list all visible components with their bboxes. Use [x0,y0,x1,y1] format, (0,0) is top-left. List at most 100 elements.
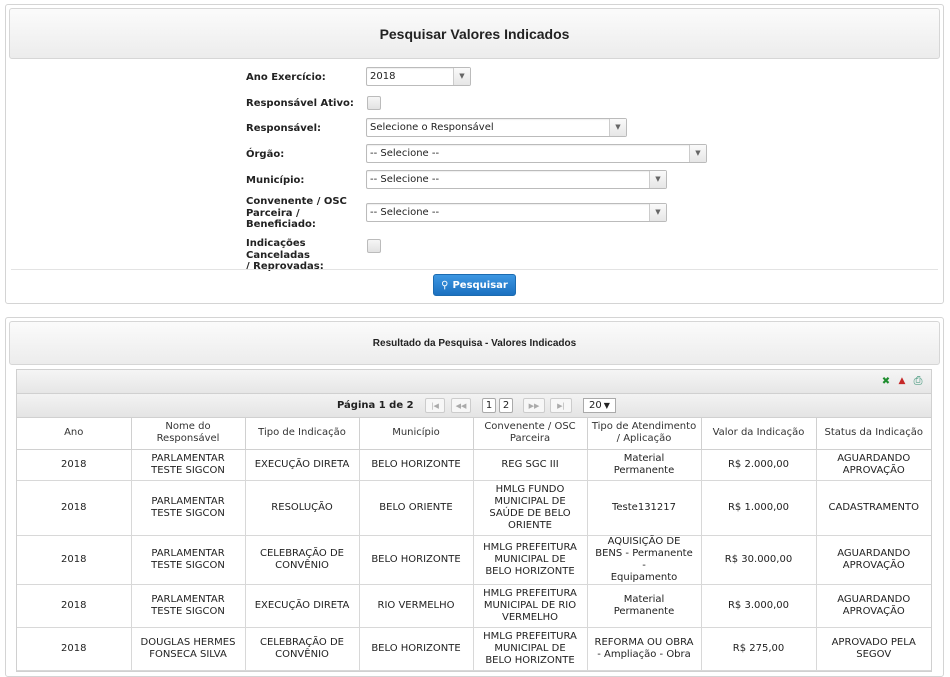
orgao-select[interactable]: -- Selecione -- ▼ [366,144,707,163]
canceladas-checkbox[interactable] [367,239,381,253]
cell-text: Equipamento [610,571,678,583]
pdf-export-icon[interactable]: ▲ [895,374,909,388]
chevron-down-icon[interactable]: ▼ [649,171,666,188]
cell-text: PARLAMENTAR [151,547,225,559]
cell-text: CELEBRAÇÃO DE [260,547,344,559]
municipio-row: Município: -- Selecione -- ▼ [246,170,716,190]
cell-text: - Ampliação - Obra [597,648,691,660]
page-1-button[interactable]: 1 [482,398,496,413]
cell-text: R$ 3.000,00 [727,599,790,611]
chevron-down-icon[interactable]: ▼ [609,119,626,136]
cell-text: FONSECA SILVA [149,648,227,660]
page-size-select[interactable]: 20 ▼ [583,398,616,413]
cell-text: CONVÊNIO [275,559,329,571]
orgao-label: Órgão: [246,149,285,160]
cell-text: HMLG PREFEITURA [483,587,577,599]
cell-text: BELO HORIZONTE [371,553,461,565]
chevron-down-icon[interactable]: ▼ [453,68,470,85]
convenente-row: Convenente / OSC Parceira / Beneficiado:… [246,196,716,232]
cell-text: REFORMA OU OBRA [594,636,694,648]
search-title: Pesquisar Valores Indicados [379,25,570,42]
cell-text: 2018 [61,599,87,611]
cell-tipo-atendimento: Material Permanente [587,584,702,628]
convenente-label-line: Beneficiado: [246,219,316,230]
responsavel-select[interactable]: Selecione o Responsável ▼ [366,118,627,137]
first-page-button[interactable]: |◀ [425,398,445,413]
table-header-row: Ano Nome do Responsável Tipo de Indicação Mu… [17,418,931,450]
column-header-text: Valor da Indicação [712,427,805,439]
cell-text: Material Permanente [613,593,675,617]
excel-export-icon[interactable]: ✖ [879,374,893,388]
chevron-down-icon[interactable]: ▼ [689,145,706,162]
convenente-select[interactable]: -- Selecione -- ▼ [366,203,667,222]
cell-tipo-indicacao: CELEBRAÇÃO DE CONVÊNIO [245,535,360,585]
ano-select[interactable]: 2018 ▼ [366,67,471,86]
column-header-ano[interactable]: Ano [17,418,132,450]
cell-convenente: HMLG PREFEITURA MUNICIPAL DE BELO HORIZONT… [473,535,588,585]
cell-text: BELO HORIZONTE [371,642,461,654]
table-row[interactable]: 2018 PARLAMENTAR TESTE SIGCON CELEBRAÇÃO DE… [17,535,931,585]
cell-text: REG SGC III [501,458,559,470]
cell-text: TESTE SIGCON [151,464,225,476]
table-row[interactable]: 2018 PARLAMENTAR TESTE SIGCON EXECUÇÃO DIRE… [17,449,931,481]
page-2-button[interactable]: 2 [499,398,513,413]
convenente-label: Convenente / OSC Parceira / Beneficiado: [246,196,361,231]
cell-text: 2018 [61,642,87,654]
search-button[interactable]: ⚲ Pesquisar [433,274,516,296]
convenente-label-line: Convenente / OSC [246,196,347,207]
table-row[interactable]: 2018 PARLAMENTAR TESTE SIGCON RESOLUÇÃO BELO… [17,480,931,536]
cell-text: DOUGLAS HERMES [140,636,236,648]
table-body: 2018 PARLAMENTAR TESTE SIGCON EXECUÇÃO DIRE… [17,449,931,671]
column-header-tipo-atendimento[interactable]: Tipo de Atendimento / Aplicação [587,418,702,450]
column-header-text: Convenente / OSC [484,421,576,433]
cell-text: AQUISIÇÃO DE [607,535,681,547]
cell-status-indicacao: AGUARDANDO APROVAÇÃO [816,449,931,481]
last-page-button[interactable]: ▶| [550,398,572,413]
cell-convenente: REG SGC III [473,449,588,481]
cell-text: R$ 30.000,00 [724,553,793,565]
municipio-select[interactable]: -- Selecione -- ▼ [366,170,667,189]
prev-page-button[interactable]: ◀◀ [451,398,471,413]
chevron-down-icon: ▼ [603,401,610,410]
cell-text: APROVAÇÃO [842,559,905,571]
search-panel: Pesquisar Valores Indicados Ano Exercíci… [5,4,944,304]
canceladas-row: Indicações Canceladas / Reprovadas: [246,236,716,272]
cell-valor-indicacao: R$ 30.000,00 [701,535,817,585]
canceladas-label-line: / Reprovadas: [246,261,324,272]
page-size-value: 20 [589,400,602,411]
cell-text: BELO HORIZONTE [371,458,461,470]
search-icon: ⚲ [441,279,449,291]
cell-convenente: HMLG PREFEITURA MUNICIPAL DE RIO VERMELHO [473,584,588,628]
column-header-municipio[interactable]: Município [359,418,474,450]
responsavel-ativo-checkbox[interactable] [367,96,381,110]
cell-text: R$ 275,00 [732,642,785,654]
cell-text: RESOLUÇÃO [271,501,333,513]
cell-ano: 2018 [17,480,132,536]
canceladas-label: Indicações Canceladas / Reprovadas: [246,238,361,273]
column-header-valor-indicacao[interactable]: Valor da Indicação [701,418,817,450]
column-header-text: Nome do [165,421,211,433]
cell-text: Material Permanente [613,452,675,476]
column-header-status-indicacao[interactable]: Status da Indicação [816,418,931,450]
cell-text: PARLAMENTAR [151,452,225,464]
cell-status-indicacao: AGUARDANDO APROVAÇÃO [816,584,931,628]
print-icon[interactable]: ⎙ [911,374,925,388]
responsavel-label: Responsável: [246,123,322,134]
orgao-row: Órgão: -- Selecione -- ▼ [246,144,716,164]
column-header-tipo-indicacao[interactable]: Tipo de Indicação [245,418,360,450]
responsavel-row: Responsável: Selecione o Responsável ▼ [246,118,716,138]
next-page-button[interactable]: ▶▶ [523,398,545,413]
column-header-convenente[interactable]: Convenente / OSC Parceira [473,418,588,450]
chevron-down-icon[interactable]: ▼ [649,204,666,221]
cell-text: TESTE SIGCON [151,559,225,571]
cell-status-indicacao: AGUARDANDO APROVAÇÃO [816,535,931,585]
cell-tipo-indicacao: EXECUÇÃO DIRETA [245,584,360,628]
table-row[interactable]: 2018 PARLAMENTAR TESTE SIGCON EXECUÇÃO DIRE… [17,584,931,628]
cell-municipio: BELO ORIENTE [359,480,474,536]
column-header-nome-responsavel[interactable]: Nome do Responsável [131,418,246,450]
municipio-label: Município: [246,175,305,186]
cell-municipio: RIO VERMELHO [359,584,474,628]
cell-status-indicacao: CADASTRAMENTO [816,480,931,536]
cell-convenente: HMLG FUNDO MUNICIPAL DE SAÚDE DE BELO ORIEN… [473,480,588,536]
cell-municipio: BELO HORIZONTE [359,449,474,481]
